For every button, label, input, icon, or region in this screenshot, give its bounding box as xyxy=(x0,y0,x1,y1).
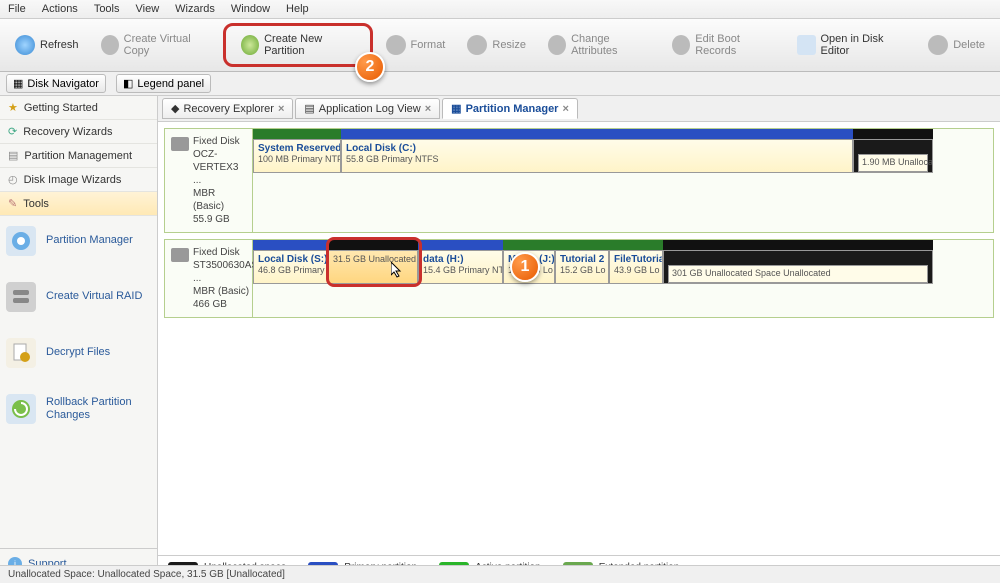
disk-icon xyxy=(171,248,189,262)
create-partition-icon xyxy=(241,35,259,55)
resize-button[interactable]: Resize xyxy=(458,30,535,60)
edit-boot-records-button[interactable]: Edit Boot Records xyxy=(663,28,784,62)
disk-navigator-icon: ▦ xyxy=(13,77,23,90)
attributes-icon xyxy=(548,35,566,55)
disk-row-0: Fixed DiskOCZ-VERTEX3 ...MBR (Basic)55.9… xyxy=(164,128,994,233)
tools-icon: ✎ xyxy=(8,197,17,210)
refresh-icon xyxy=(15,35,35,55)
disk-icon xyxy=(171,137,189,151)
decrypt-icon xyxy=(6,338,36,368)
raid-icon xyxy=(6,282,36,312)
toolbar: Refresh Create Virtual Copy Create New P… xyxy=(0,19,1000,72)
format-icon xyxy=(386,35,406,55)
annotation-callout-2: 2 xyxy=(355,52,385,82)
tab-recovery-explorer[interactable]: ◆Recovery Explorer× xyxy=(162,98,293,119)
menu-wizards[interactable]: Wizards xyxy=(175,3,215,15)
menubar: File Actions Tools View Wizards Window H… xyxy=(0,0,1000,19)
partition-block[interactable]: FileTutoria43.9 GB Lo xyxy=(609,250,663,284)
tab-partition-manager[interactable]: ▦Partition Manager× xyxy=(442,98,578,119)
menu-help[interactable]: Help xyxy=(286,3,309,15)
partition-block[interactable]: data (H:)15.4 GB Primary NT xyxy=(418,250,503,284)
partition-block[interactable]: System Reserved100 MB Primary NTFS xyxy=(253,139,341,173)
tool-create-virtual-raid[interactable]: Create Virtual RAID xyxy=(4,278,153,316)
partition-block[interactable]: 1.90 MB Unallocated xyxy=(853,139,933,173)
sidebar: ★Getting Started ⟳Recovery Wizards ▤Part… xyxy=(0,96,158,579)
partition-icon: ▤ xyxy=(8,149,18,162)
change-attributes-button[interactable]: Change Attributes xyxy=(539,28,659,62)
partition-block[interactable]: 31.5 GB Unallocated xyxy=(328,250,418,284)
disk-info-1: Fixed DiskST3500630AS ...MBR (Basic)466 … xyxy=(165,240,253,317)
tool-partition-manager[interactable]: Partition Manager xyxy=(4,222,153,260)
boot-records-icon xyxy=(672,35,690,55)
legend-icon: ◧ xyxy=(123,77,133,90)
disk-bar-1 xyxy=(253,240,993,250)
partition-block[interactable]: Local Disk (S:)46.8 GB Primary Un xyxy=(253,250,328,284)
log-icon: ▤ xyxy=(304,102,314,115)
annotation-callout-1: 1 xyxy=(510,252,540,282)
partition-manager-icon xyxy=(6,226,36,256)
delete-icon xyxy=(928,35,948,55)
menu-view[interactable]: View xyxy=(136,3,160,15)
create-new-partition-button[interactable]: Create New Partition xyxy=(232,28,363,62)
sidebar-recovery-wizards[interactable]: ⟳Recovery Wizards xyxy=(0,120,157,144)
close-icon[interactable]: × xyxy=(562,103,568,115)
refresh-button[interactable]: Refresh xyxy=(6,30,88,60)
status-bar: Unallocated Space: Unallocated Space, 31… xyxy=(0,565,1000,583)
close-icon[interactable]: × xyxy=(425,103,431,115)
partition-block[interactable]: Tutorial 215.2 GB Lo xyxy=(555,250,609,284)
explorer-icon: ◆ xyxy=(171,102,179,115)
view-toggles: ▦Disk Navigator ◧Legend panel xyxy=(0,72,1000,96)
tools-list: Partition Manager Create Virtual RAID De… xyxy=(0,216,157,434)
disk-navigator-toggle[interactable]: ▦Disk Navigator xyxy=(6,74,106,93)
sidebar-partition-management[interactable]: ▤Partition Management xyxy=(0,144,157,168)
wizard-icon: ⟳ xyxy=(8,125,17,138)
format-button[interactable]: Format xyxy=(377,30,455,60)
disk-editor-icon xyxy=(797,35,815,55)
virtual-copy-icon xyxy=(101,35,119,55)
tool-rollback-changes[interactable]: Rollback Partition Changes xyxy=(4,390,153,428)
menu-window[interactable]: Window xyxy=(231,3,270,15)
menu-tools[interactable]: Tools xyxy=(94,3,120,15)
sidebar-disk-image-wizards[interactable]: ◴Disk Image Wizards xyxy=(0,168,157,192)
tool-decrypt-files[interactable]: Decrypt Files xyxy=(4,334,153,372)
disk-info-0: Fixed DiskOCZ-VERTEX3 ...MBR (Basic)55.9… xyxy=(165,129,253,232)
disk-image-icon: ◴ xyxy=(8,173,18,186)
partition-tab-icon: ▦ xyxy=(451,102,461,115)
close-icon[interactable]: × xyxy=(278,103,284,115)
tab-application-log[interactable]: ▤Application Log View× xyxy=(295,98,440,119)
legend-panel-toggle[interactable]: ◧Legend panel xyxy=(116,74,211,93)
sidebar-getting-started[interactable]: ★Getting Started xyxy=(0,96,157,120)
menu-file[interactable]: File xyxy=(8,3,26,15)
annotation-highlight-2: Create New Partition xyxy=(223,23,372,67)
disk-row-1: Fixed DiskST3500630AS ...MBR (Basic)466 … xyxy=(164,239,994,318)
rollback-icon xyxy=(6,394,36,424)
open-disk-editor-button[interactable]: Open in Disk Editor xyxy=(788,28,915,62)
star-icon: ★ xyxy=(8,101,18,114)
partition-block[interactable]: Local Disk (C:)55.8 GB Primary NTFS xyxy=(341,139,853,173)
resize-icon xyxy=(467,35,487,55)
menu-actions[interactable]: Actions xyxy=(42,3,78,15)
create-virtual-copy-button[interactable]: Create Virtual Copy xyxy=(92,28,220,62)
sidebar-tools[interactable]: ✎Tools xyxy=(0,192,157,216)
disk-bar-0 xyxy=(253,129,993,139)
disk-partitions-1: Local Disk (S:)46.8 GB Primary Un31.5 GB… xyxy=(253,250,993,284)
workspace: Fixed DiskOCZ-VERTEX3 ...MBR (Basic)55.9… xyxy=(158,122,1000,555)
partition-block[interactable]: 301 GB Unallocated Space Unallocated xyxy=(663,250,933,284)
tabs: ◆Recovery Explorer× ▤Application Log Vie… xyxy=(158,96,1000,122)
disk-partitions-0: System Reserved100 MB Primary NTFSLocal … xyxy=(253,139,993,173)
delete-button[interactable]: Delete xyxy=(919,30,994,60)
